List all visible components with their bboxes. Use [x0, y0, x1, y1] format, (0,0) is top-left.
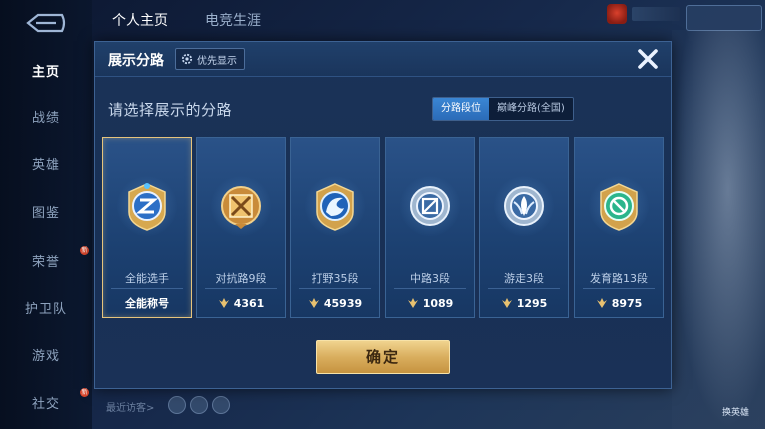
new-badge: 新	[80, 388, 89, 397]
lane-card-footer: 1089	[386, 294, 474, 312]
lane-card-jungle[interactable]: 打野35段 45939	[290, 137, 380, 318]
priority-display-button[interactable]: 优先显示	[175, 48, 245, 70]
lane-card-name: 游走3段	[504, 272, 544, 285]
lane-display-dialog: 展示分路 优先显示 请选择展示的分路 分路段位 巅峰分路(全国) 全能选手 全能…	[94, 41, 672, 389]
points-icon	[501, 298, 512, 308]
visitor-avatar[interactable]	[212, 396, 230, 414]
tab-lane-rank[interactable]: 分路段位	[433, 98, 489, 120]
points-icon	[407, 298, 418, 308]
sidebar-item-heroes[interactable]: 英雄	[0, 155, 92, 177]
clash-lane-emblem-icon	[211, 176, 271, 236]
card-divider	[583, 288, 655, 289]
lane-card-footer: 4361	[197, 294, 285, 312]
tab-esports-career[interactable]: 电竞生涯	[205, 10, 261, 30]
avatar[interactable]	[607, 4, 627, 24]
lane-card-name: 发育路13段	[590, 272, 648, 285]
lane-card-farm[interactable]: 发育路13段 8975	[574, 137, 664, 318]
card-divider	[299, 288, 371, 289]
sidebar-item-honor[interactable]: 荣誉	[0, 252, 92, 274]
new-badge: 新	[80, 246, 89, 255]
lane-card-allround[interactable]: 全能选手 全能称号	[102, 137, 192, 318]
lane-card-roam[interactable]: 游走3段 1295	[479, 137, 569, 318]
card-divider	[205, 288, 277, 289]
lane-card-footer: 全能称号	[103, 294, 191, 312]
visitor-avatar[interactable]	[190, 396, 208, 414]
back-arrow-icon[interactable]	[22, 8, 68, 38]
card-divider	[394, 288, 466, 289]
mid-lane-emblem-icon	[400, 176, 460, 236]
visitor-avatar[interactable]	[168, 396, 186, 414]
sidebar-item-record[interactable]: 战绩	[0, 108, 92, 130]
sidebar-item-home[interactable]: 主页	[0, 62, 92, 84]
confirm-button[interactable]: 确定	[316, 340, 450, 374]
lane-card-footer: 1295	[480, 294, 568, 312]
lane-card-mid[interactable]: 中路3段 1089	[385, 137, 475, 318]
gear-icon	[181, 53, 193, 65]
sidebar-item-gallery[interactable]: 图鉴	[0, 203, 92, 225]
lane-card-footer: 45939	[291, 294, 379, 312]
currency-bar	[632, 7, 680, 21]
hero-portrait-background	[672, 30, 765, 429]
points-icon	[596, 298, 607, 308]
lane-card-footer: 8975	[575, 294, 663, 312]
close-icon[interactable]	[633, 44, 663, 74]
lane-score: 1295	[516, 296, 548, 310]
dialog-title: 展示分路	[108, 53, 164, 69]
lane-card-clash[interactable]: 对抗路9段 4361	[196, 137, 286, 318]
roam-emblem-icon	[494, 176, 554, 236]
side-navigation: 主页 战绩 英雄 图鉴 荣誉 新 护卫队 游戏 社交 新	[0, 0, 92, 429]
card-divider	[488, 288, 560, 289]
sidebar-item-guard-team[interactable]: 护卫队	[0, 299, 92, 321]
recent-visitors-link[interactable]: 最近访客>	[106, 399, 154, 414]
lane-score: 8975	[611, 296, 643, 310]
priority-display-label: 优先显示	[197, 55, 237, 67]
lane-card-name: 对抗路9段	[215, 272, 267, 285]
lane-score: 4361	[233, 296, 265, 310]
lane-card-name: 打野35段	[311, 272, 359, 285]
tab-profile-home[interactable]: 个人主页	[112, 10, 168, 30]
lane-card-name: 全能选手	[125, 272, 169, 285]
sidebar-item-social[interactable]: 社交	[0, 394, 92, 416]
lane-card-name: 中路3段	[410, 272, 450, 285]
lane-score: 1089	[422, 296, 454, 310]
allround-emblem-icon	[117, 176, 177, 236]
points-icon	[218, 298, 229, 308]
sidebar-item-games[interactable]: 游戏	[0, 346, 92, 368]
farm-lane-emblem-icon	[589, 176, 649, 236]
allround-title-label: 全能称号	[125, 297, 169, 310]
points-icon	[308, 298, 319, 308]
lane-tab-group: 分路段位 巅峰分路(全国)	[432, 97, 574, 121]
lane-score: 45939	[323, 296, 363, 310]
dialog-header: 展示分路 优先显示	[95, 42, 671, 77]
card-divider	[111, 288, 183, 289]
selection-prompt: 请选择展示的分路	[108, 101, 233, 119]
top-dropdown[interactable]	[686, 5, 762, 31]
jungle-emblem-icon	[305, 176, 365, 236]
tab-peak-lane[interactable]: 巅峰分路(全国)	[489, 98, 573, 120]
switch-hero-label[interactable]: 换英雄	[722, 405, 749, 418]
lane-card-list: 全能选手 全能称号 对抗路9段 4361 打野35段 45939 中路3段 10…	[102, 137, 664, 318]
